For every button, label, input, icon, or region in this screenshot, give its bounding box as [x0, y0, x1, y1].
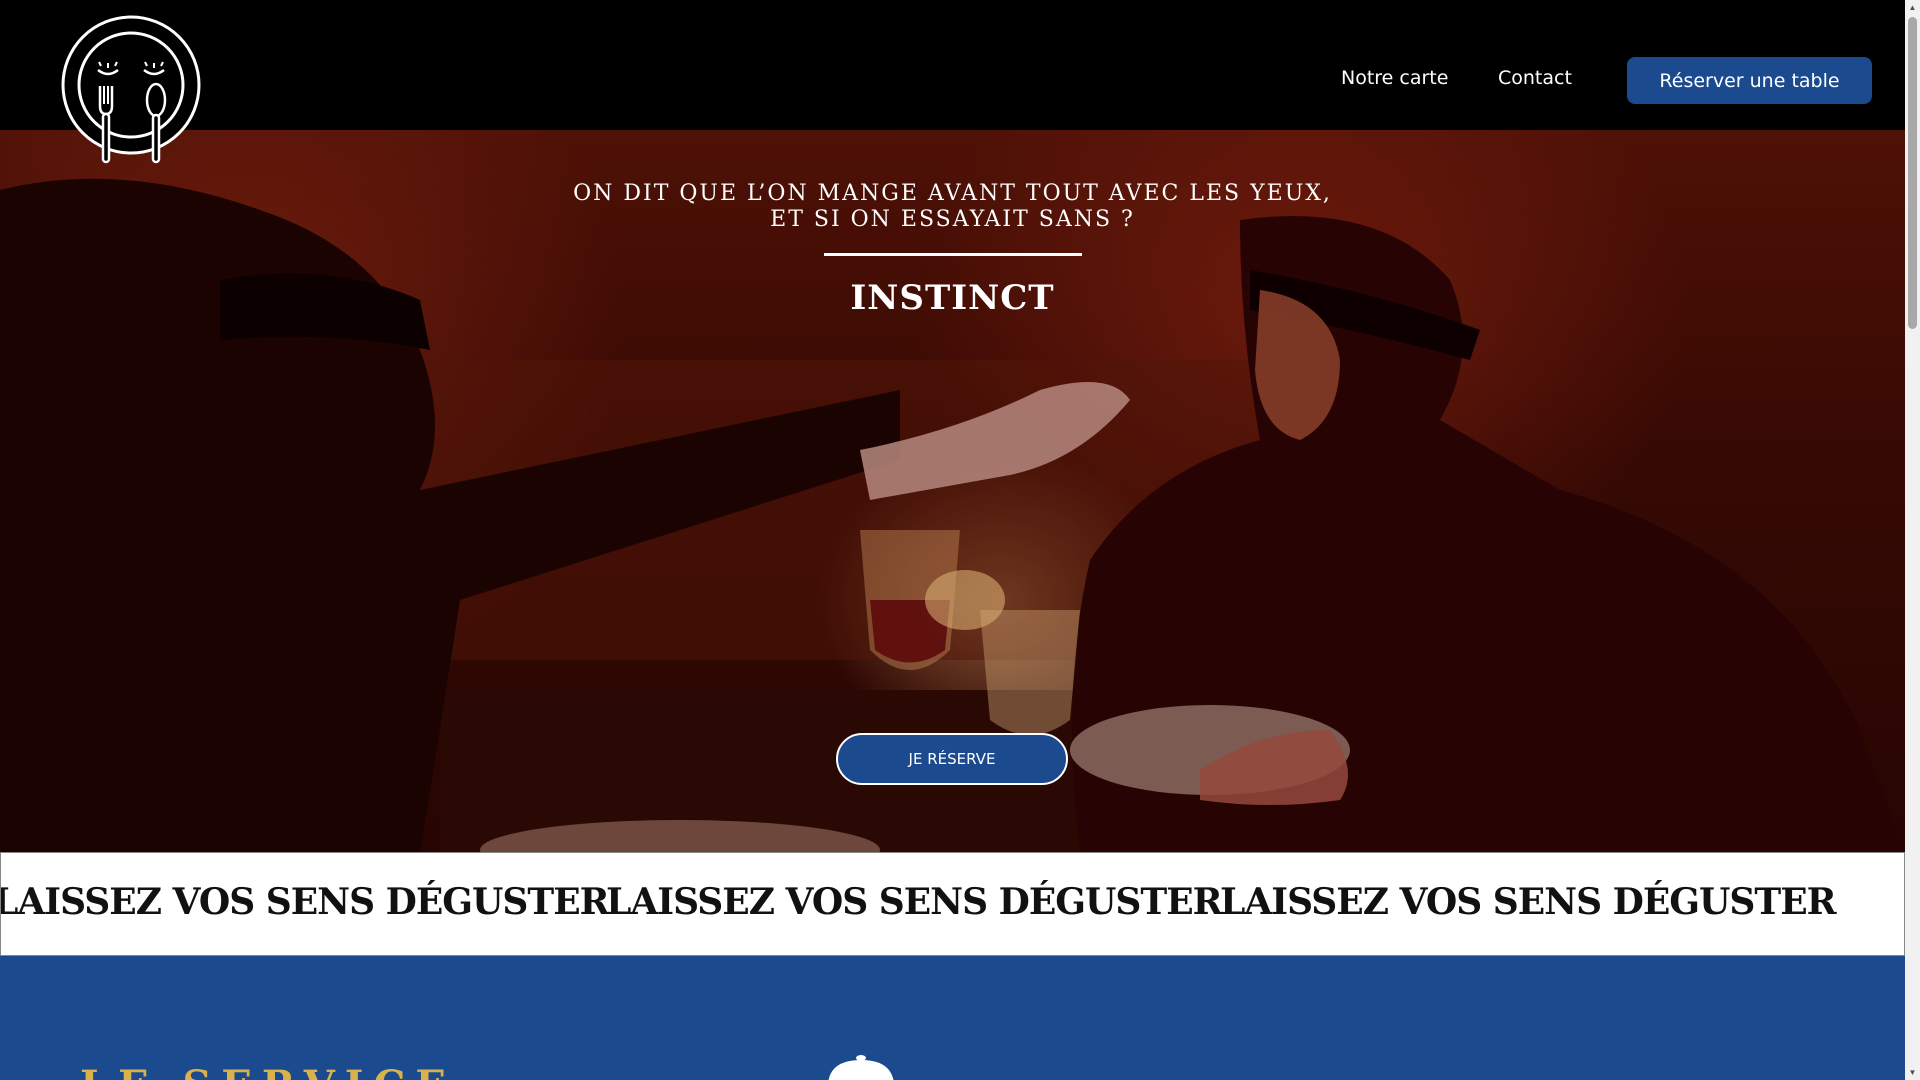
site-header: Notre carte Contact Réserver une table — [0, 0, 1905, 130]
page: Notre carte Contact Réserver une table O… — [0, 0, 1905, 1080]
scrollbar-thumb[interactable] — [1908, 17, 1917, 329]
marquee-item: LAISSEZ VOS SENS DÉGUSTER — [0, 881, 610, 923]
nav-link-contact[interactable]: Contact — [1498, 67, 1572, 89]
marquee-item: LAISSEZ VOS SENS DÉGUSTER — [1220, 881, 1837, 923]
hero-tagline: ON DIT QUE L’ON MANGE AVANT TOUT AVEC LE… — [0, 181, 1905, 233]
scroll-down-arrow-icon[interactable]: ▼ — [1905, 1065, 1920, 1080]
marquee-item: LAISSEZ VOS SENS DÉGUSTER — [606, 881, 1223, 923]
blindfolded-smiley-logo-icon — [61, 15, 201, 164]
service-title: LE SERVICE — [80, 1062, 456, 1080]
hero-tagline-line1: ON DIT QUE L’ON MANGE AVANT TOUT AVEC LE… — [573, 181, 1332, 206]
hero-banner: ON DIT QUE L’ON MANGE AVANT TOUT AVEC LE… — [0, 130, 1905, 852]
hero-brand-title: INSTINCT — [850, 278, 1055, 318]
reserve-table-button[interactable]: Réserver une table — [1627, 57, 1872, 104]
logo[interactable] — [60, 14, 202, 166]
marquee-banner: LAISSEZ VOS SENS DÉGUSTER LAISSEZ VOS SE… — [0, 852, 1905, 956]
scroll-up-arrow-icon[interactable]: ▲ — [1905, 0, 1920, 15]
hero-divider — [824, 253, 1082, 256]
je-reserve-button[interactable]: JE RÉSERVE — [836, 733, 1068, 785]
nav-link-notre-carte[interactable]: Notre carte — [1341, 67, 1448, 89]
hero-tagline-line2: ET SI ON ESSAYAIT SANS ? — [770, 207, 1135, 232]
page-scrollbar[interactable]: ▲ ▼ — [1905, 0, 1920, 1080]
service-section: LE SERVICE — [0, 956, 1905, 1080]
cloche-icon — [828, 1055, 894, 1080]
